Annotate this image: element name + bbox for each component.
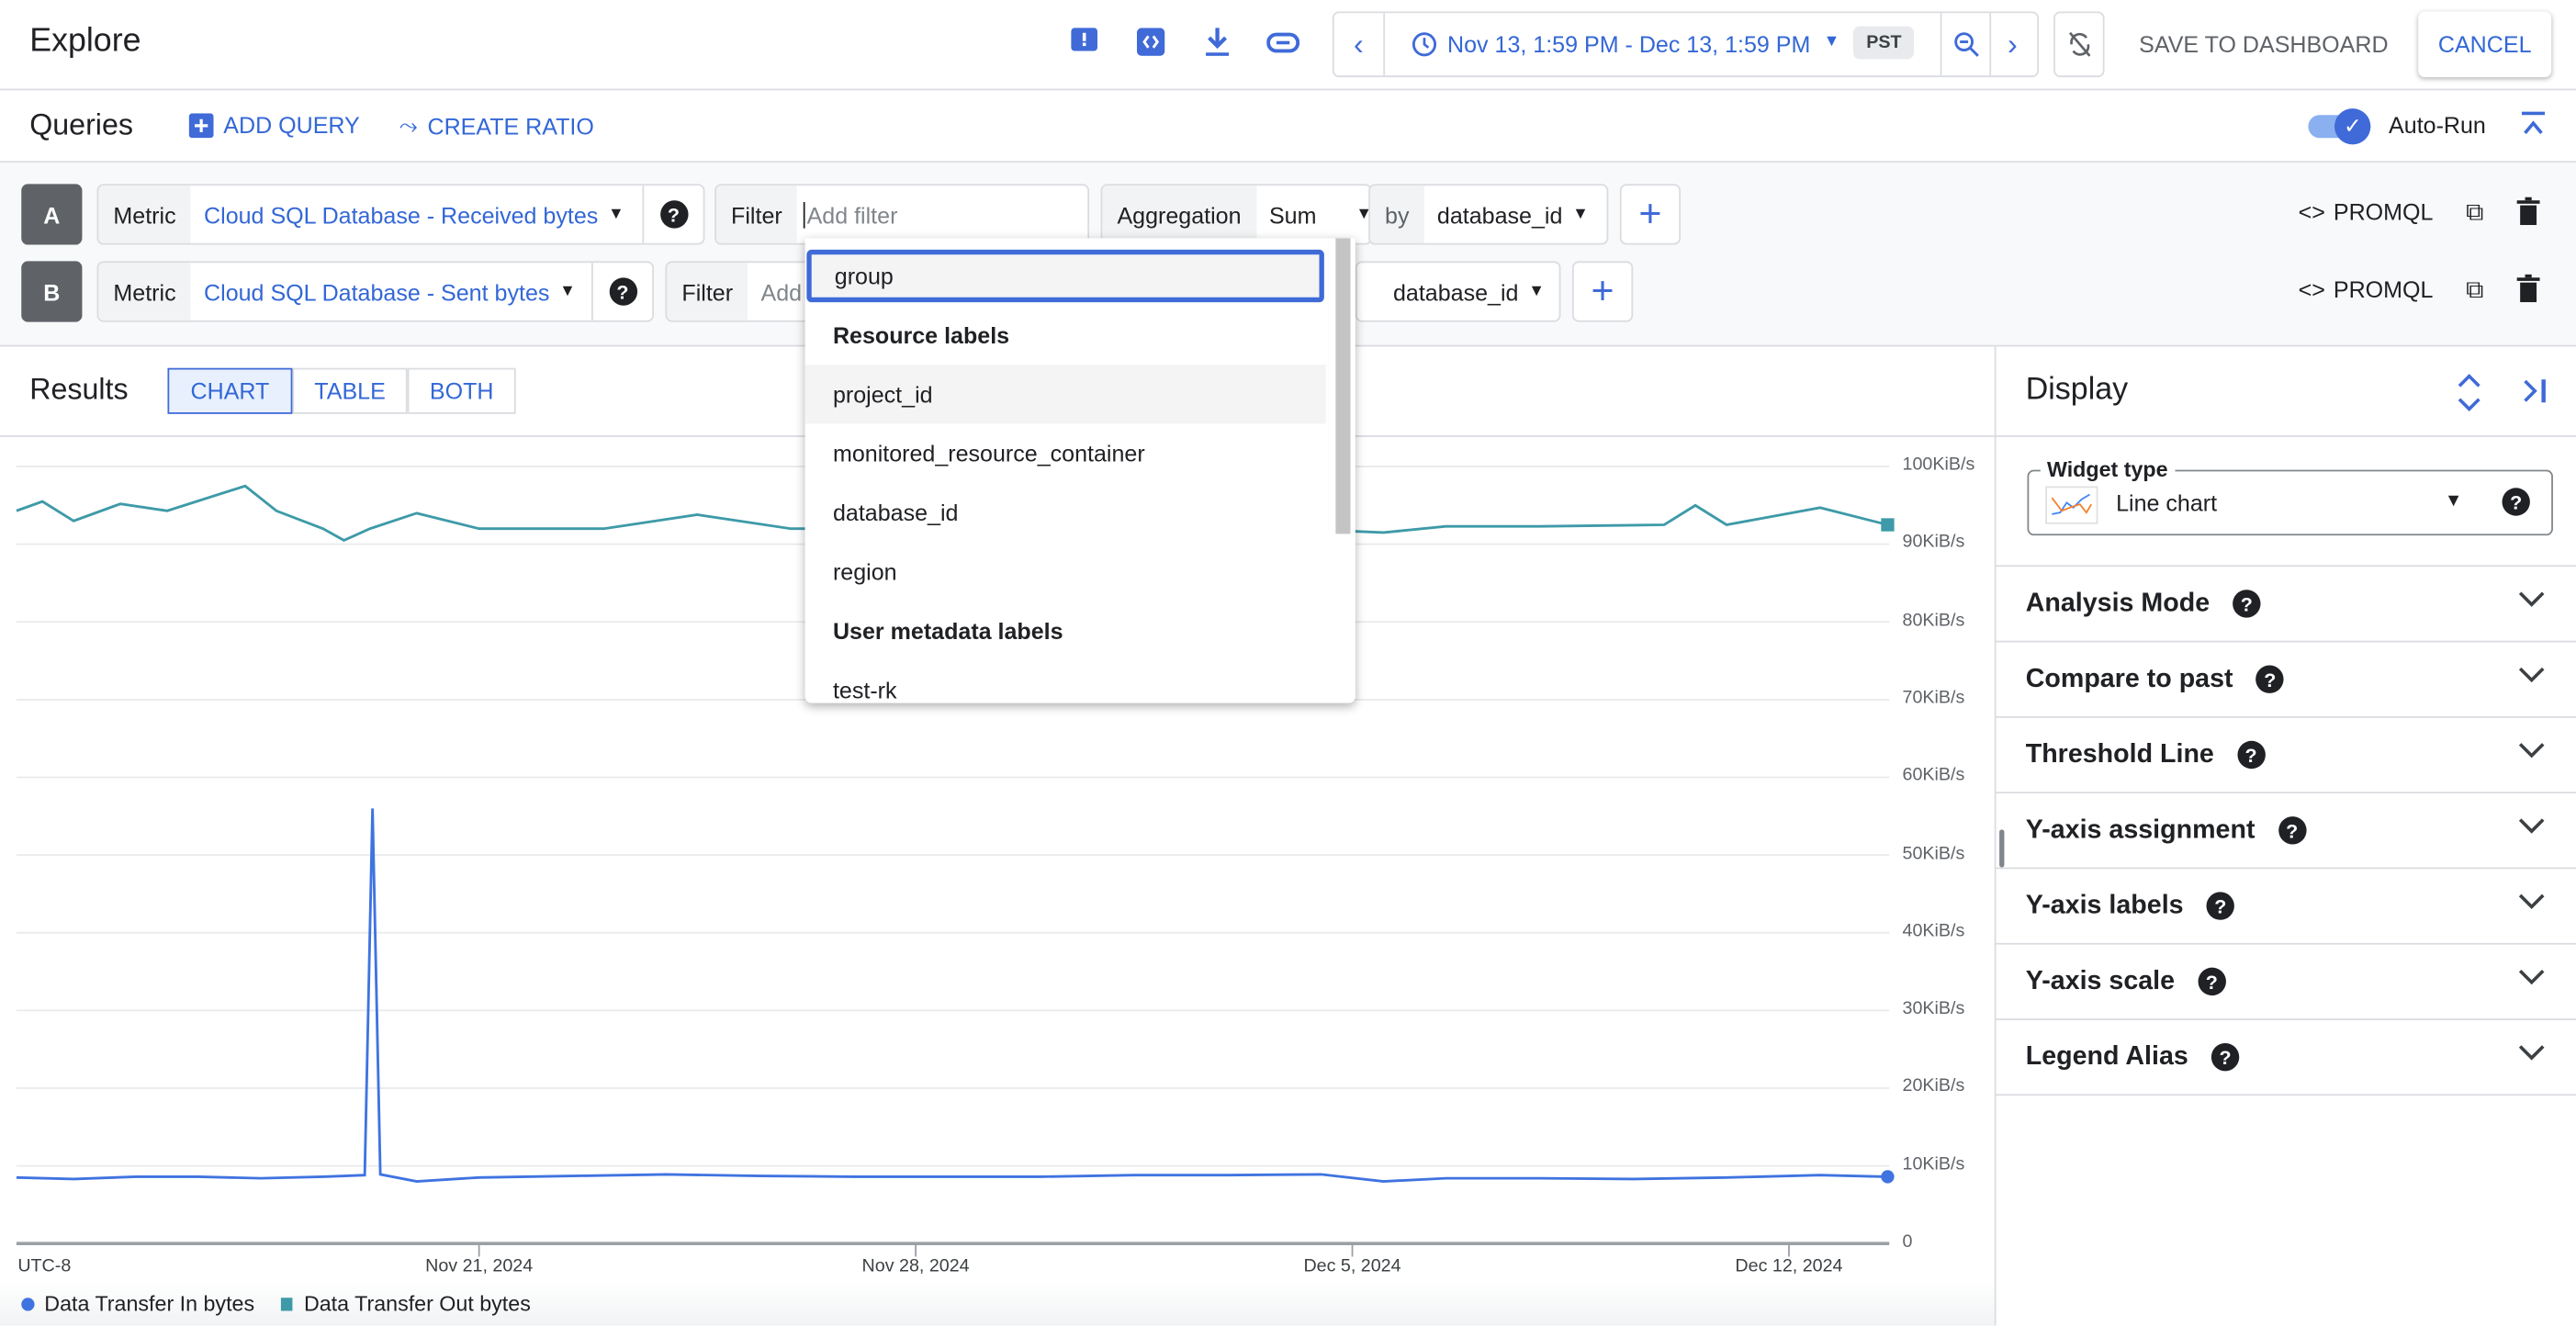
y-tick-label: 0 [1902, 1231, 1913, 1253]
code-brackets-icon: <> [2298, 198, 2325, 226]
y-tick-label: 40KiB/s [1902, 921, 1965, 941]
line-chart-icon [2045, 486, 2098, 524]
sync-disabled-icon [2068, 31, 2090, 57]
dropdown-scrollbar[interactable] [1335, 238, 1351, 534]
delete-query-icon[interactable] [2516, 274, 2540, 310]
delete-query-icon[interactable] [2516, 197, 2540, 233]
x-tick-label: Dec 12, 2024 [1735, 1256, 1843, 1276]
dropdown-item-test-rk[interactable]: test-rk [805, 660, 1355, 703]
auto-run-toggle[interactable]: ✓ [2308, 108, 2371, 145]
y-tick-label: 50KiB/s [1902, 843, 1965, 864]
help-icon[interactable]: ? [2236, 740, 2266, 770]
dropdown-item-monitored-resource-container[interactable]: monitored_resource_container [805, 424, 1355, 483]
timezone-label: UTC-8 [17, 1256, 72, 1276]
y-tick-label: 70KiB/s [1902, 688, 1965, 708]
dropdown-item-group[interactable]: group [806, 249, 1324, 303]
duplicate-query-icon[interactable]: ⧉ [2466, 276, 2483, 304]
code-brackets-icon: <> [2298, 275, 2325, 303]
legend: Data Transfer In bytes Data Transfer Out… [0, 1281, 1995, 1326]
chevron-down-icon[interactable] [2518, 814, 2545, 843]
dropdown-header-user-metadata-labels: User metadata labels [832, 617, 1063, 645]
section-legend-alias[interactable]: Legend Alias? [1996, 1020, 2576, 1096]
x-tick-label: Nov 21, 2024 [425, 1256, 534, 1276]
chevron-down-icon[interactable] [2518, 1039, 2545, 1069]
y-tick-label: 80KiB/s [1902, 610, 1965, 631]
y-tick-label: 10KiB/s [1902, 1154, 1965, 1174]
y-tick-label: 100KiB/s [1902, 455, 1975, 475]
legend-dot-icon [21, 1298, 35, 1311]
section-y-axis-labels[interactable]: Y-axis labels? [1996, 869, 2576, 945]
section-label: Y-axis scale [2025, 966, 2176, 995]
y-tick-label: 90KiB/s [1902, 533, 1965, 553]
help-icon[interactable]: ? [2502, 488, 2530, 516]
help-icon[interactable]: ? [2198, 967, 2226, 996]
series-end-marker [1881, 1170, 1895, 1184]
display-panel: Display Widget type Line chart ▼ ? Analy… [1994, 346, 2576, 1326]
promql-button[interactable]: <> PROMQL [2299, 276, 2434, 303]
chevron-down-icon[interactable] [2518, 889, 2545, 918]
legend-square-icon [280, 1298, 293, 1311]
cancel-button[interactable]: CANCEL [2418, 12, 2551, 78]
dropdown-header-resource-labels: Resource labels [832, 321, 1010, 349]
series-end-marker [1881, 518, 1895, 532]
section-label: Y-axis labels [2025, 891, 2184, 919]
chevron-down-icon[interactable] [2518, 964, 2545, 994]
close-panel-icon[interactable] [2522, 377, 2548, 412]
save-to-dashboard-button[interactable]: SAVE TO DASHBOARD [2139, 31, 2388, 58]
y-tick-label: 60KiB/s [1902, 765, 1965, 786]
legend-item-out[interactable]: Data Transfer Out bytes [304, 1291, 531, 1316]
section-compare-to-past[interactable]: Compare to past? [1996, 642, 2576, 718]
section-label: Threshold Line [2025, 739, 2214, 769]
widget-type-label: Widget type [2040, 456, 2175, 482]
y-tick-label: 20KiB/s [1902, 1076, 1965, 1096]
x-tick-label: Dec 5, 2024 [1303, 1256, 1401, 1276]
collapse-queries-icon[interactable] [2520, 108, 2547, 146]
duplicate-query-icon[interactable]: ⧉ [2466, 198, 2483, 226]
caret-down-icon: ▼ [2444, 490, 2463, 511]
legend-item-in[interactable]: Data Transfer In bytes [44, 1291, 254, 1316]
chevron-down-icon[interactable] [2518, 662, 2545, 691]
filter-suggestions-dropdown: group Resource labels project_id monitor… [804, 238, 1355, 703]
dropdown-item-region[interactable]: region [805, 542, 1355, 601]
dropdown-item-project-id[interactable]: project_id [804, 365, 1326, 424]
help-icon[interactable]: ? [2210, 1042, 2240, 1072]
section-threshold-line[interactable]: Threshold Line? [1996, 718, 2576, 794]
section-analysis-mode[interactable]: Analysis Mode? [1996, 567, 2576, 643]
help-icon[interactable]: ? [2278, 816, 2306, 845]
next-range-button[interactable]: › [1988, 13, 2038, 75]
x-tick-label: Nov 28, 2024 [861, 1256, 970, 1276]
section-y-axis-scale[interactable]: Y-axis scale? [1996, 945, 2576, 1020]
expand-collapse-icon[interactable] [2456, 371, 2482, 421]
chevron-down-icon[interactable] [2518, 737, 2545, 767]
auto-refresh-toggle[interactable] [2053, 11, 2105, 78]
help-icon[interactable]: ? [2255, 665, 2285, 693]
section-label: Y-axis assignment [2025, 815, 2255, 844]
help-icon[interactable]: ? [2233, 590, 2261, 618]
section-y-axis-assignment[interactable]: Y-axis assignment? [1996, 793, 2576, 870]
dropdown-item-database-id[interactable]: database_id [805, 483, 1355, 542]
auto-run-label: Auto-Run [2389, 111, 2486, 139]
widget-type-select[interactable]: Widget type Line chart ▼ ? [2027, 456, 2553, 536]
chevron-down-icon[interactable] [2518, 587, 2545, 616]
series-line-in [16, 808, 1888, 1183]
section-label: Analysis Mode [2025, 589, 2210, 617]
panel-resize-handle[interactable] [1999, 829, 2005, 868]
explore-page: Explore ‹ Nov 13, 1:59 PM - Dec 13, 1:59… [0, 0, 2576, 1326]
promql-button[interactable]: <> PROMQL [2299, 198, 2434, 225]
y-tick-label: 30KiB/s [1902, 998, 1965, 1019]
section-label: Compare to past [2025, 664, 2233, 693]
section-label: Legend Alias [2025, 1042, 2188, 1071]
display-title: Display [2025, 373, 2129, 408]
check-icon: ✓ [2334, 108, 2371, 145]
help-icon[interactable]: ? [2206, 892, 2235, 920]
widget-type-value: Line chart [2116, 489, 2218, 516]
